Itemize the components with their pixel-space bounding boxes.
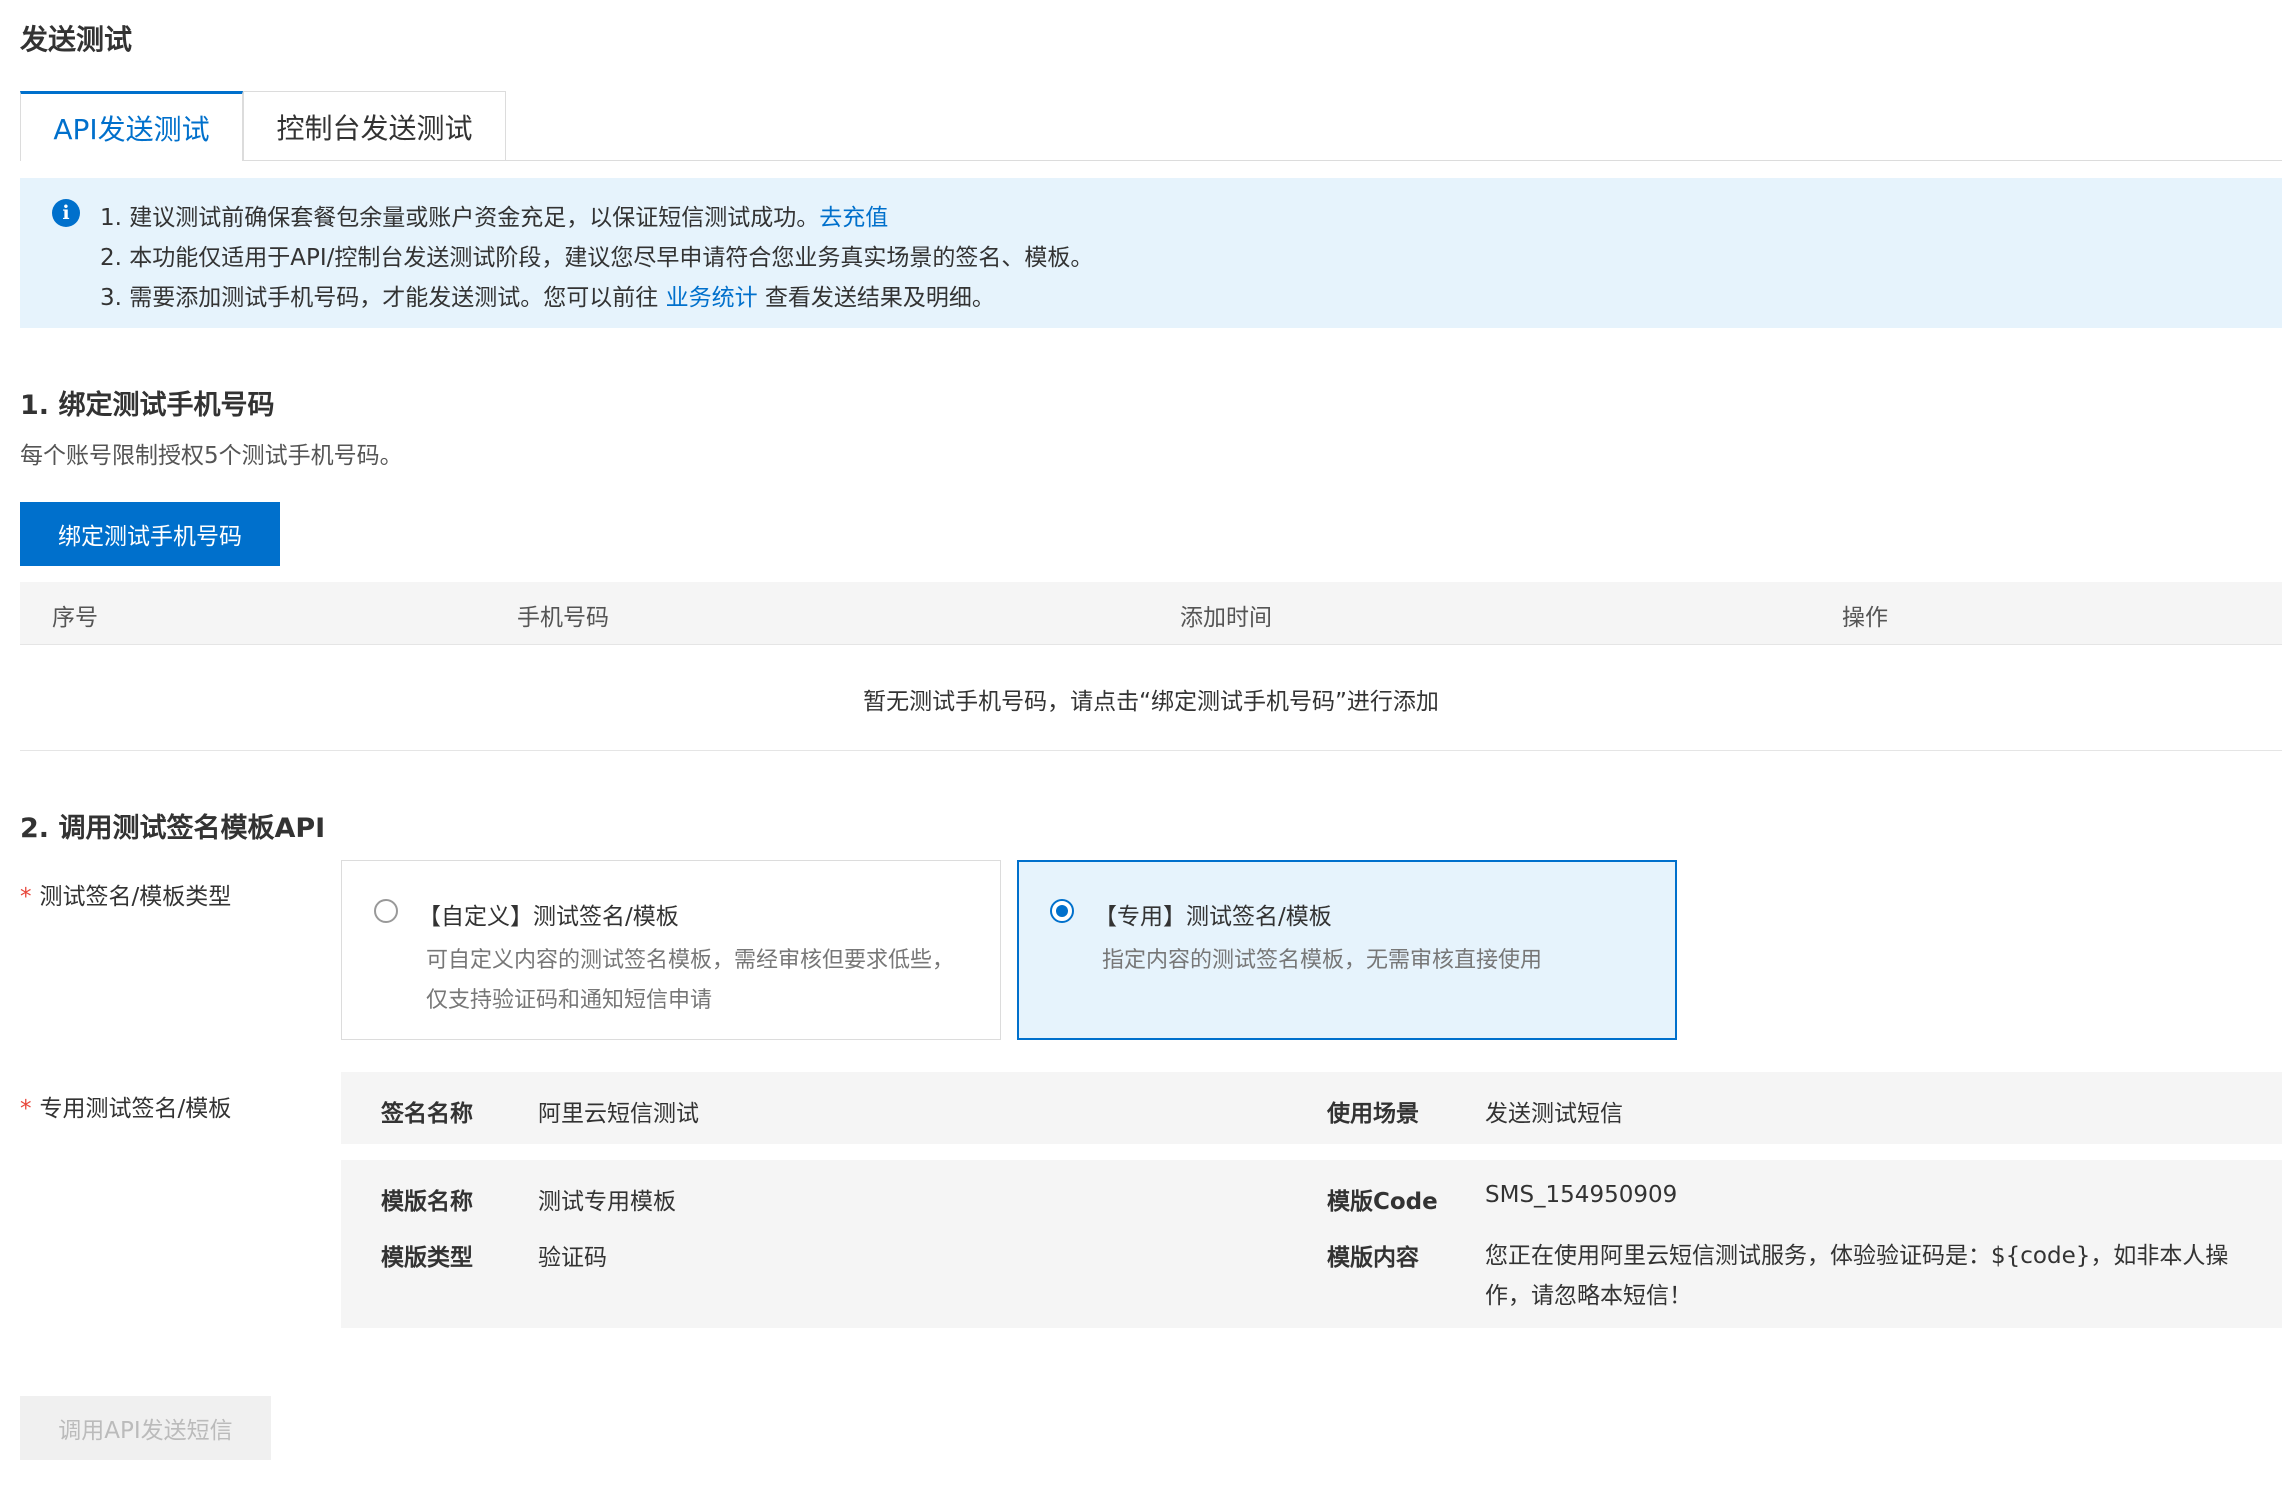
- radio-custom[interactable]: [374, 899, 398, 923]
- notice-line-1-text: 1. 建议测试前确保套餐包余量或账户资金充足，以保证短信测试成功。: [100, 205, 820, 231]
- notice-line-3-prefix: 3. 需要添加测试手机号码，才能发送测试。您可以前往: [100, 285, 666, 311]
- section-2-heading: 2. 调用测试签名模板API: [20, 813, 326, 844]
- table-bottom-divider: [20, 750, 2282, 751]
- table-header: [20, 582, 2282, 645]
- template-type-label: * 测试签名/模板类型: [20, 877, 231, 911]
- column-header-actions: 操作: [1842, 605, 1888, 631]
- notice-line-2: 2. 本功能仅适用于API/控制台发送测试阶段，建议您尽早申请符合您业务真实场景…: [100, 245, 1094, 271]
- template-code-label: 模版Code: [1327, 1189, 1438, 1215]
- column-header-added-time: 添加时间: [1180, 605, 1272, 631]
- section-1-description: 每个账号限制授权5个测试手机号码。: [20, 443, 403, 469]
- required-mark: *: [20, 884, 32, 910]
- option-card-dedicated[interactable]: 【专用】测试签名/模板 指定内容的测试签名模板，无需审核直接使用: [1017, 860, 1677, 1040]
- option-dedicated-description: 指定内容的测试签名模板，无需审核直接使用: [1102, 948, 1543, 973]
- sign-name-value: 阿里云短信测试: [538, 1101, 699, 1127]
- template-name-label: 模版名称: [381, 1189, 473, 1215]
- notice-line-3: 3. 需要添加测试手机号码，才能发送测试。您可以前往 业务统计 查看发送结果及明…: [100, 278, 995, 312]
- tab-divider: [20, 160, 2282, 161]
- dedicated-template-label: * 专用测试签名/模板: [20, 1089, 231, 1123]
- business-stats-link[interactable]: 业务统计: [666, 285, 758, 311]
- usage-scene-value: 发送测试短信: [1485, 1101, 1623, 1127]
- template-type-value: 验证码: [538, 1245, 607, 1271]
- sign-name-label: 签名名称: [381, 1101, 473, 1127]
- option-dedicated-title: 【专用】测试签名/模板: [1094, 904, 1332, 930]
- table-empty-message: 暂无测试手机号码，请点击“绑定测试手机号码”进行添加: [863, 689, 1439, 715]
- template-content-label: 模版内容: [1327, 1245, 1419, 1271]
- template-content-value: 您正在使用阿里云短信测试服务，体验验证码是：${code}，如非本人操作，请忽略…: [1485, 1243, 2229, 1309]
- option-card-custom[interactable]: 【自定义】测试签名/模板 可自定义内容的测试签名模板，需经审核但要求低些，仅支持…: [341, 860, 1001, 1040]
- usage-scene-label: 使用场景: [1327, 1101, 1419, 1127]
- info-icon: i: [52, 199, 80, 227]
- bind-phone-button[interactable]: 绑定测试手机号码: [20, 502, 280, 566]
- tab-console-send-test[interactable]: 控制台发送测试: [243, 91, 506, 161]
- column-header-phone: 手机号码: [517, 605, 609, 631]
- template-type-label: 模版类型: [381, 1245, 473, 1271]
- option-custom-description: 可自定义内容的测试签名模板，需经审核但要求低些，仅支持验证码和通知短信申请: [426, 948, 955, 1013]
- radio-dedicated[interactable]: [1050, 899, 1074, 923]
- template-code-value: SMS_154950909: [1485, 1182, 1678, 1208]
- template-type-label-text: 测试签名/模板类型: [39, 884, 232, 910]
- recharge-link[interactable]: 去充值: [819, 205, 888, 231]
- page-title: 发送测试: [20, 23, 133, 56]
- column-header-index: 序号: [52, 605, 98, 631]
- send-sms-api-button[interactable]: 调用API发送短信: [20, 1396, 271, 1460]
- required-mark: *: [20, 1096, 32, 1122]
- tab-api-send-test[interactable]: API发送测试: [20, 91, 243, 161]
- notice-line-1: 1. 建议测试前确保套餐包余量或账户资金充足，以保证短信测试成功。去充值: [100, 198, 888, 232]
- notice-line-3-suffix: 查看发送结果及明细。: [757, 285, 995, 311]
- template-name-value: 测试专用模板: [538, 1189, 676, 1215]
- dedicated-template-label-text: 专用测试签名/模板: [39, 1096, 232, 1122]
- option-custom-title: 【自定义】测试签名/模板: [418, 904, 679, 930]
- section-1-heading: 1. 绑定测试手机号码: [20, 390, 275, 421]
